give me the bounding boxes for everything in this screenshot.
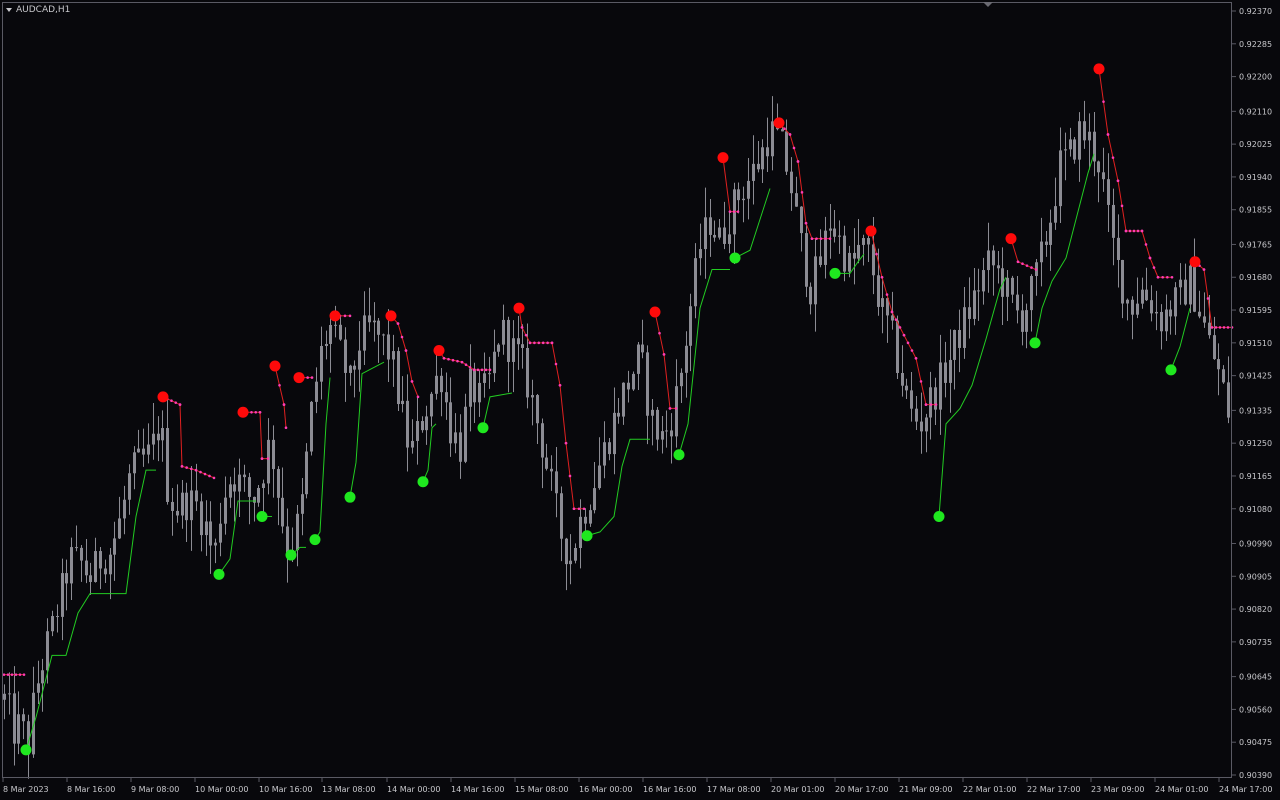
price-tick-label: 0.92285 — [1239, 40, 1272, 49]
price-tick-label: 0.92110 — [1239, 107, 1272, 116]
time-tick-label: 22 Mar 17:00 — [1027, 785, 1080, 794]
symbol-title-text: AUDCAD,H1 — [16, 5, 71, 15]
price-axis: 0.92370 0.92285 0.92200 0.92110 0.92025 0.919… — [1232, 7, 1272, 780]
price-tick-label: 0.90735 — [1239, 638, 1272, 647]
time-tick-label: 16 Mar 16:00 — [643, 785, 696, 794]
plot-area[interactable] — [2, 2, 1232, 778]
time-tick-label: 23 Mar 09:00 — [1091, 785, 1144, 794]
price-tick-label: 0.90990 — [1239, 539, 1272, 548]
price-tick-label: 0.92370 — [1239, 7, 1272, 16]
time-tick-label: 14 Mar 00:00 — [387, 785, 440, 794]
price-tick-label: 0.90560 — [1239, 705, 1272, 714]
symbol-title[interactable]: AUDCAD,H1 — [6, 5, 70, 15]
time-axis: 8 Mar 2023 8 Mar 16:00 9 Mar 08:00 10 Mar 0… — [2, 778, 1272, 794]
time-tick-label: 10 Mar 16:00 — [259, 785, 312, 794]
time-tick-label: 15 Mar 08:00 — [515, 785, 568, 794]
time-tick-label: 13 Mar 08:00 — [322, 785, 375, 794]
triangle-down-icon[interactable] — [6, 8, 12, 12]
time-tick-label: 21 Mar 09:00 — [899, 785, 952, 794]
price-tick-label: 0.92025 — [1239, 140, 1272, 149]
price-tick-label: 0.90645 — [1239, 673, 1272, 682]
price-tick-label: 0.91250 — [1239, 439, 1272, 448]
time-tick-label: 16 Mar 00:00 — [579, 785, 632, 794]
price-tick-label: 0.91765 — [1239, 240, 1272, 249]
time-tick-label: 20 Mar 17:00 — [835, 785, 888, 794]
price-tick-label: 0.91940 — [1239, 173, 1272, 182]
price-tick-label: 0.91510 — [1239, 339, 1272, 348]
time-tick-label: 24 Mar 01:00 — [1155, 785, 1208, 794]
time-tick-label: 8 Mar 16:00 — [67, 785, 115, 794]
chart-window[interactable]: 0.92370 0.92285 0.92200 0.92110 0.92025 0.919… — [0, 0, 1280, 800]
price-tick-label: 0.91080 — [1239, 505, 1272, 514]
price-tick-label: 0.90905 — [1239, 572, 1272, 581]
time-tick-label: 24 Mar 17:00 — [1219, 785, 1272, 794]
price-tick-label: 0.91855 — [1239, 206, 1272, 215]
chart-shift-marker-icon[interactable] — [983, 2, 993, 7]
time-tick-label: 17 Mar 08:00 — [707, 785, 760, 794]
price-tick-label: 0.91165 — [1239, 472, 1272, 481]
time-tick-label: 20 Mar 01:00 — [771, 785, 824, 794]
time-tick-label: 8 Mar 2023 — [3, 785, 49, 794]
price-tick-label: 0.91680 — [1239, 273, 1272, 282]
price-tick-label: 0.92200 — [1239, 73, 1272, 82]
time-tick-label: 22 Mar 01:00 — [963, 785, 1016, 794]
price-tick-label: 0.91425 — [1239, 372, 1272, 381]
price-tick-label: 0.90475 — [1239, 738, 1272, 747]
time-tick-label: 9 Mar 08:00 — [131, 785, 179, 794]
price-tick-label: 0.91335 — [1239, 406, 1272, 415]
time-tick-label: 10 Mar 00:00 — [195, 785, 248, 794]
price-tick-label: 0.90820 — [1239, 605, 1272, 614]
time-tick-label: 14 Mar 16:00 — [451, 785, 504, 794]
price-tick-label: 0.90390 — [1239, 771, 1272, 780]
price-tick-label: 0.91595 — [1239, 306, 1272, 315]
